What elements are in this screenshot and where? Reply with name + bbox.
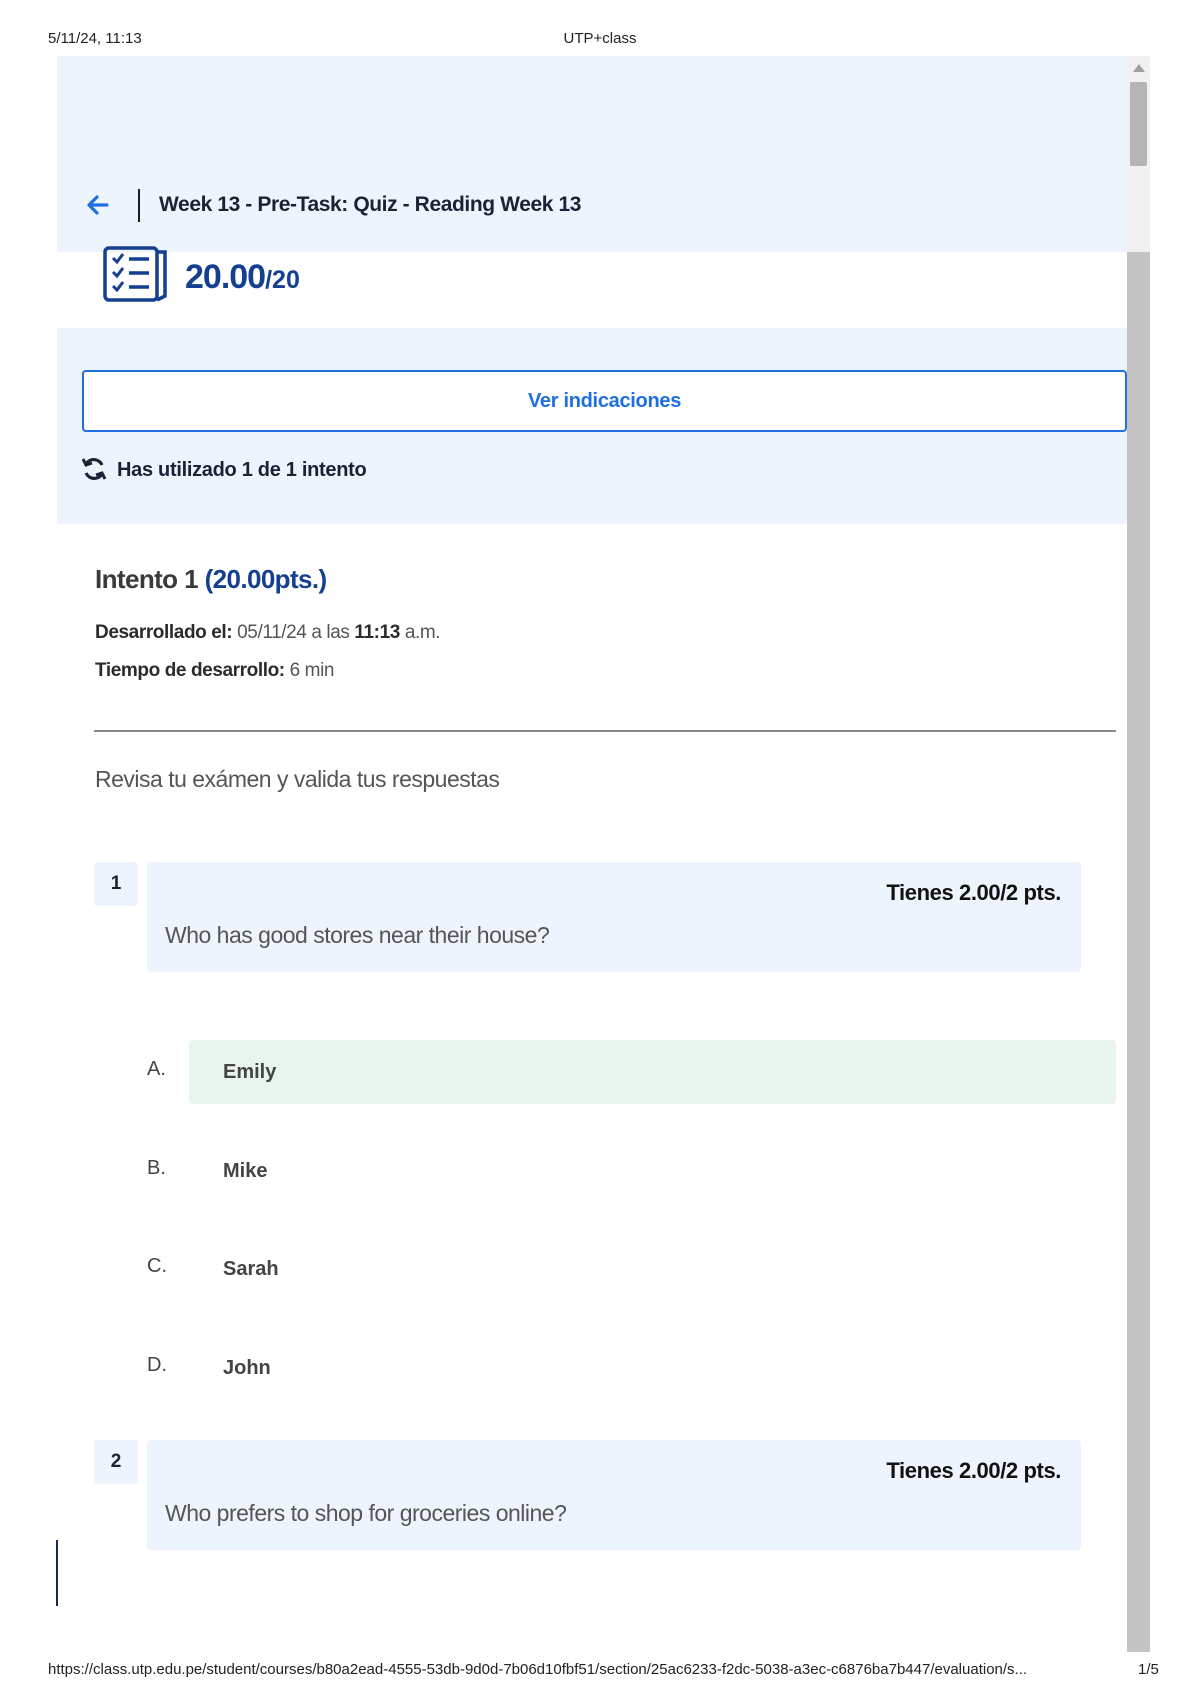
score-value: 20.00/20 (185, 258, 300, 297)
attempts-info: Has utilizado 1 de 1 intento (81, 456, 367, 484)
print-footer: https://class.utp.edu.pe/student/courses… (0, 1661, 1200, 1681)
score-obtained: 20.00 (185, 258, 266, 296)
print-title: UTP+class (563, 30, 637, 47)
score-summary: 20.00/20 (57, 246, 1127, 328)
attempt-title: Intento 1 (20.00pts.) (95, 564, 327, 595)
attempt-points: (20.00pts.) (204, 564, 328, 594)
attempt-duration: Tiempo de desarrollo: 6 min (95, 660, 335, 682)
top-bar: Week 13 - Pre-Task: Quiz - Reading Week … (57, 56, 1127, 252)
developed-date: 05/11/24 (237, 622, 307, 643)
question-card: Tienes 2.00/2 pts. Who has good stores n… (147, 862, 1081, 972)
duration-value: 6 min (289, 660, 335, 681)
option-letter: B. (147, 1157, 166, 1179)
scrollbar[interactable] (1127, 56, 1150, 1652)
option-letter: A. (147, 1058, 166, 1080)
text-cursor (56, 1540, 58, 1606)
print-page-number: 1/5 (1138, 1661, 1159, 1678)
checklist-icon (103, 246, 167, 302)
option-label: Sarah (223, 1257, 279, 1280)
answer-option[interactable]: John (189, 1336, 1116, 1400)
print-header: 5/11/24, 11:13 UTP+class (0, 30, 1200, 50)
question-card: Tienes 2.00/2 pts. Who prefers to shop f… (147, 1440, 1081, 1550)
answer-option[interactable]: Mike (189, 1139, 1116, 1203)
option-label: John (223, 1356, 271, 1379)
developed-time: 11:13 (354, 622, 400, 643)
question-text: Who prefers to shop for groceries online… (165, 1500, 567, 1526)
developed-ampm: a.m. (404, 622, 441, 643)
caret-up-icon (1132, 64, 1145, 72)
info-panel: Ver indicaciones Has utilizado 1 de 1 in… (57, 328, 1127, 524)
option-label: Mike (223, 1159, 268, 1182)
header-separator (138, 189, 140, 222)
page-viewport: Week 13 - Pre-Task: Quiz - Reading Week … (57, 56, 1150, 1652)
question-text: Who has good stores near their house? (165, 922, 550, 948)
attempt-label: Intento 1 (95, 564, 199, 594)
option-letter: C. (147, 1255, 167, 1277)
answer-option-correct[interactable]: Emily (189, 1040, 1116, 1104)
scroll-up-button[interactable] (1127, 56, 1150, 80)
page-title: Week 13 - Pre-Task: Quiz - Reading Week … (159, 193, 582, 216)
question-number: 2 (94, 1440, 138, 1484)
score-max: /20 (265, 266, 300, 294)
back-button[interactable] (83, 190, 113, 220)
arrow-left-icon (87, 195, 109, 215)
option-label: Emily (223, 1060, 277, 1083)
question-number: 1 (94, 862, 138, 906)
developed-label: Desarrollado el: (95, 622, 233, 643)
developed-sep: a las (311, 622, 350, 643)
question-points: Tienes 2.00/2 pts. (886, 880, 1061, 905)
review-instructions: Revisa tu exámen y valida tus respuestas (95, 766, 500, 792)
refresh-icon (81, 456, 109, 484)
answer-option[interactable]: Sarah (189, 1237, 1116, 1301)
section-divider (94, 730, 1116, 732)
attempt-date: Desarrollado el: 05/11/24 a las 11:13 a.… (95, 622, 441, 644)
ver-indicaciones-button[interactable]: Ver indicaciones (82, 370, 1127, 432)
option-letter: D. (147, 1354, 167, 1376)
attempts-text: Has utilizado 1 de 1 intento (117, 458, 367, 481)
print-url: https://class.utp.edu.pe/student/courses… (48, 1661, 1028, 1678)
question-points: Tienes 2.00/2 pts. (886, 1458, 1061, 1483)
duration-label: Tiempo de desarrollo: (95, 660, 285, 681)
scrollbar-thumb[interactable] (1130, 82, 1147, 166)
